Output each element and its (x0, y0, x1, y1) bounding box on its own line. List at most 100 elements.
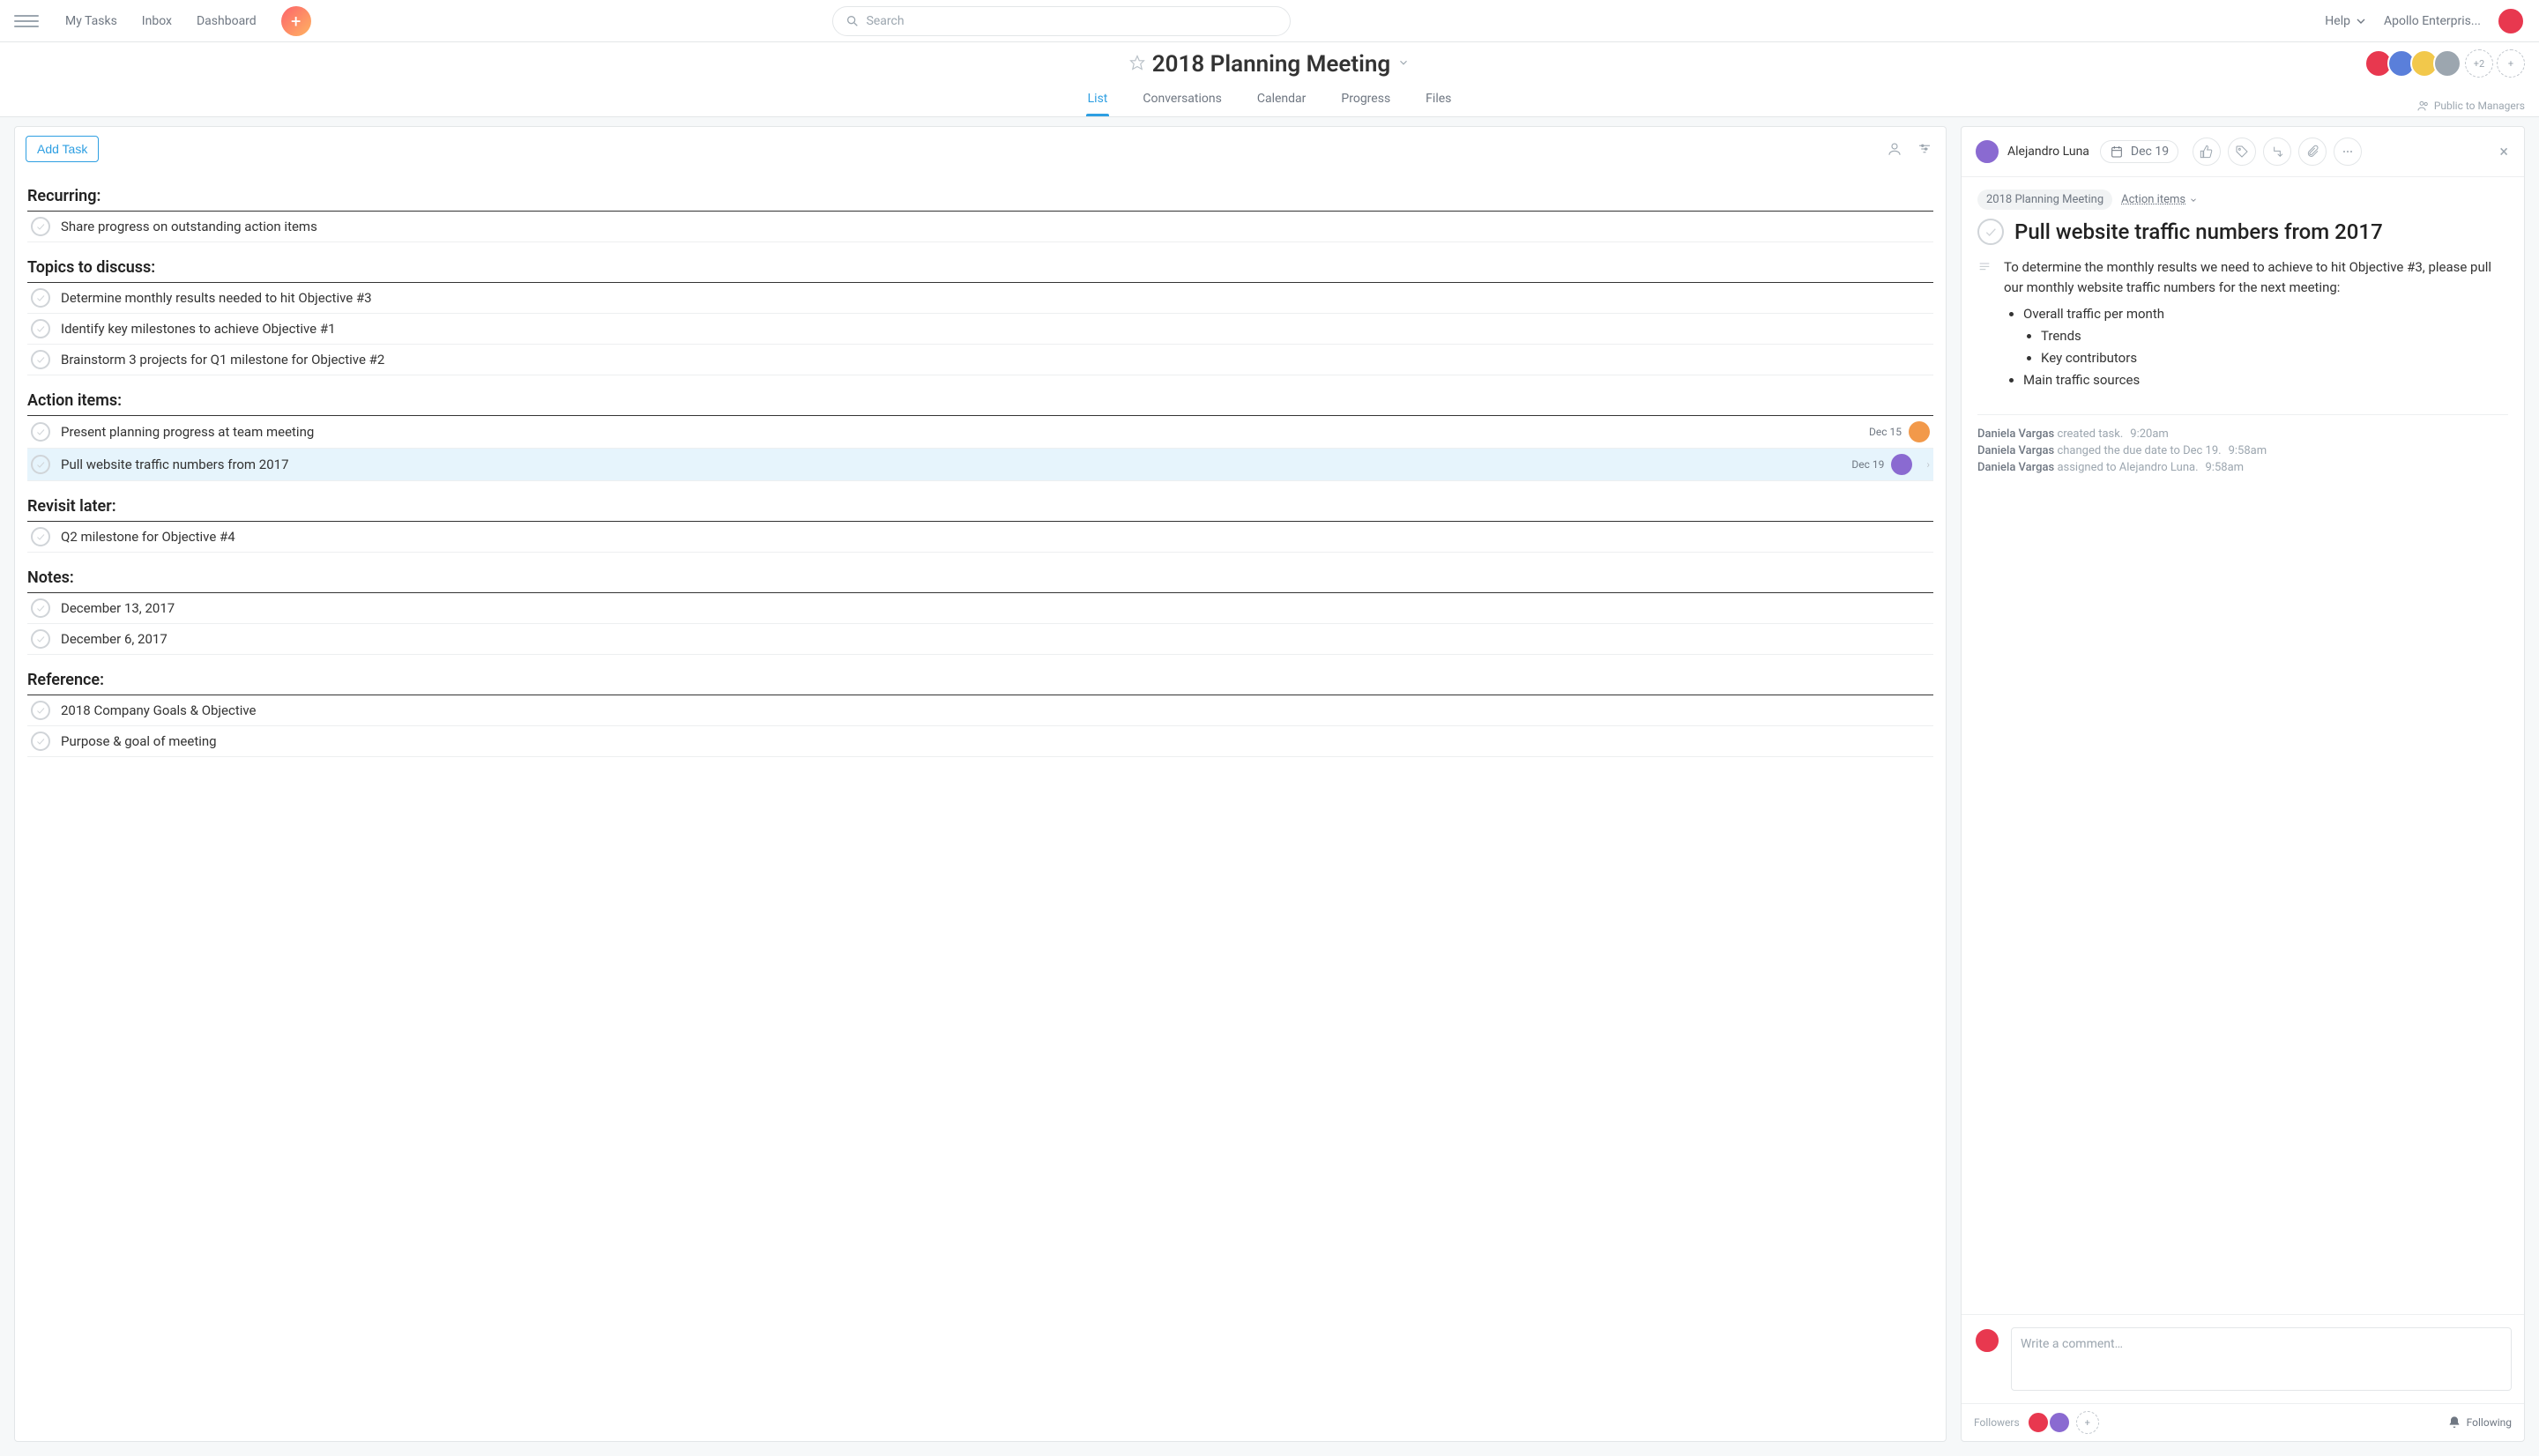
nav-dashboard[interactable]: Dashboard (188, 9, 265, 33)
due-date-picker[interactable]: Dec 19 (2100, 140, 2178, 163)
activity-entry: Daniela Vargas assigned to Alejandro Lun… (1977, 461, 2508, 474)
tab-progress[interactable]: Progress (1339, 85, 1392, 116)
subtask-icon[interactable] (2263, 137, 2291, 166)
task-complete-check[interactable] (31, 217, 50, 236)
task-row[interactable]: 2018 Company Goals & Objective (27, 695, 1933, 726)
members-overflow[interactable]: +2 (2465, 49, 2493, 78)
tab-calendar[interactable]: Calendar (1255, 85, 1308, 116)
section-header[interactable]: Topics to discuss: (27, 249, 1933, 283)
task-description[interactable]: To determine the monthly results we need… (1977, 257, 2508, 393)
menu-toggle-icon[interactable] (14, 9, 39, 33)
task-row[interactable]: December 13, 2017 (27, 593, 1933, 624)
member-avatar[interactable] (2433, 49, 2461, 78)
main-content: Add Task Recurring: Share progress on out… (0, 117, 2539, 1456)
nav-inbox[interactable]: Inbox (133, 9, 181, 33)
quick-add-button[interactable]: + (281, 6, 311, 36)
task-complete-check[interactable] (1977, 219, 2004, 245)
chevron-right-icon: › (1923, 458, 1930, 471)
more-icon[interactable] (2334, 137, 2362, 166)
project-privacy[interactable]: Public to Managers (2416, 99, 2525, 113)
assignee-picker[interactable]: Alejandro Luna (1974, 138, 2089, 165)
help-menu[interactable]: Help (2325, 14, 2368, 28)
task-complete-check[interactable] (31, 527, 50, 546)
due-date-value: Dec 19 (2131, 145, 2169, 159)
calendar-icon (2110, 145, 2124, 159)
task-title: Pull website traffic numbers from 2017 (61, 457, 1841, 472)
crumb-section[interactable]: Action items (2121, 193, 2198, 206)
section-header[interactable]: Revisit later: (27, 488, 1933, 522)
tab-list[interactable]: List (1086, 85, 1110, 116)
detail-header: Alejandro Luna Dec 19 × (1962, 127, 2524, 177)
comment-input[interactable]: Write a comment… (2011, 1327, 2512, 1391)
task-row[interactable]: Purpose & goal of meeting (27, 726, 1933, 757)
tag-icon[interactable] (2228, 137, 2256, 166)
task-row[interactable]: Identify key milestones to achieve Objec… (27, 314, 1933, 345)
follower-avatar[interactable] (2048, 1411, 2071, 1434)
description-icon (1977, 257, 1992, 393)
description-bullet: Key contributors (2041, 348, 2508, 368)
task-complete-check[interactable] (31, 319, 50, 338)
task-assignee-avatar[interactable] (1909, 421, 1930, 442)
current-user-avatar[interactable] (2497, 7, 2525, 35)
tab-conversations[interactable]: Conversations (1141, 85, 1223, 116)
task-row[interactable]: Present planning progress at team meetin… (27, 416, 1933, 449)
privacy-label: Public to Managers (2434, 100, 2525, 112)
tab-files[interactable]: Files (1424, 85, 1453, 116)
task-row[interactable]: Q2 milestone for Objective #4 (27, 522, 1933, 553)
search-icon (845, 14, 860, 28)
task-complete-check[interactable] (31, 629, 50, 649)
task-list-body: Recurring: Share progress on outstanding … (15, 171, 1946, 1441)
task-complete-check[interactable] (31, 350, 50, 369)
nav-my-tasks[interactable]: My Tasks (56, 9, 126, 33)
task-title: 2018 Company Goals & Objective (61, 702, 1930, 718)
task-row[interactable]: December 6, 2017 (27, 624, 1933, 655)
like-icon[interactable] (2193, 137, 2221, 166)
list-toolbar: Add Task (15, 127, 1946, 171)
task-row[interactable]: Determine monthly results needed to hit … (27, 283, 1933, 314)
task-complete-check[interactable] (31, 455, 50, 474)
filter-icon[interactable] (1914, 138, 1935, 160)
task-complete-check[interactable] (31, 701, 50, 720)
detail-footer: Followers + Following (1962, 1403, 2524, 1441)
project-tabs: List Conversations Calendar Progress Fil… (14, 85, 2525, 116)
search-placeholder: Search (867, 14, 905, 28)
task-assignee-avatar[interactable] (1891, 454, 1912, 475)
task-title: December 13, 2017 (61, 600, 1930, 616)
follow-toggle[interactable]: Following (2447, 1415, 2512, 1430)
crumb-section-label: Action items (2121, 193, 2185, 206)
crumb-project[interactable]: 2018 Planning Meeting (1977, 189, 2112, 210)
close-detail-icon[interactable]: × (2496, 139, 2512, 165)
section-header[interactable]: Recurring: (27, 178, 1933, 212)
global-search[interactable]: Search (832, 6, 1291, 36)
comment-author-avatar (1974, 1327, 2000, 1354)
task-row[interactable]: Brainstorm 3 projects for Q1 milestone f… (27, 345, 1933, 375)
task-complete-check[interactable] (31, 732, 50, 751)
add-member-button[interactable]: + (2497, 49, 2525, 78)
add-follower-button[interactable]: + (2076, 1411, 2099, 1434)
task-row[interactable]: Pull website traffic numbers from 2017De… (27, 449, 1933, 481)
attachment-icon[interactable] (2298, 137, 2327, 166)
section-header[interactable]: Reference: (27, 662, 1933, 695)
workspace-menu[interactable]: Apollo Enterpris... (2384, 14, 2481, 28)
task-row[interactable]: Share progress on outstanding action ite… (27, 212, 1933, 242)
task-title: Share progress on outstanding action ite… (61, 219, 1930, 234)
description-bullet: Overall traffic per month (2023, 304, 2508, 324)
task-complete-check[interactable] (31, 598, 50, 618)
task-complete-check[interactable] (31, 288, 50, 308)
project-title[interactable]: 2018 Planning Meeting (1152, 51, 1390, 78)
section-header[interactable]: Notes: (27, 560, 1933, 593)
follower-avatar[interactable] (2027, 1411, 2050, 1434)
help-label: Help (2325, 14, 2350, 28)
comment-area: Write a comment… (1962, 1314, 2524, 1403)
project-actions-caret[interactable] (1397, 56, 1410, 72)
activity-entry: Daniela Vargas changed the due date to D… (1977, 444, 2508, 457)
task-breadcrumbs: 2018 Planning Meeting Action items (1977, 189, 2508, 210)
assignee-filter-icon[interactable] (1884, 138, 1905, 160)
task-complete-check[interactable] (31, 422, 50, 442)
star-icon[interactable] (1129, 55, 1145, 74)
add-task-button[interactable]: Add Task (26, 136, 99, 162)
task-detail-pane: Alejandro Luna Dec 19 × 2018 Planning Me… (1961, 126, 2525, 1442)
project-header: 2018 Planning Meeting +2 + List Conversa… (0, 42, 2539, 117)
section-header[interactable]: Action items: (27, 383, 1933, 416)
task-title[interactable]: Pull website traffic numbers from 2017 (2014, 219, 2383, 244)
